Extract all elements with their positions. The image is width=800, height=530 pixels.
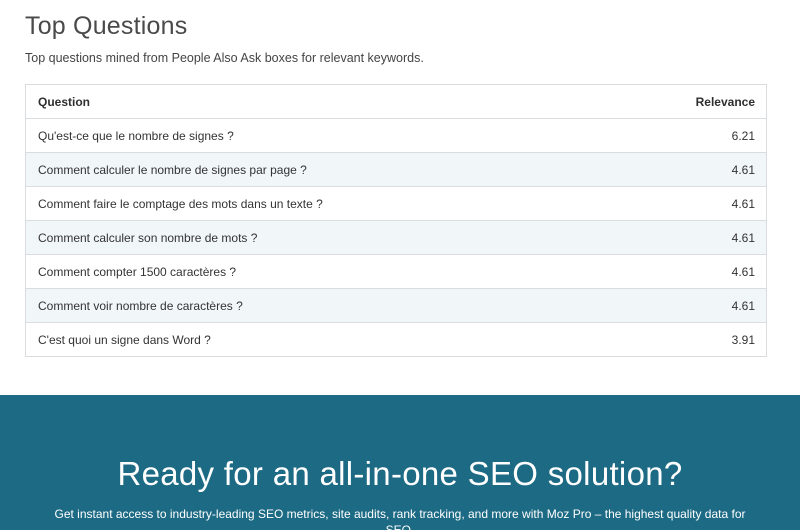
column-header-relevance: Relevance — [609, 84, 767, 119]
table-row: Comment compter 1500 caractères ? 4.61 — [25, 254, 767, 289]
cta-body: Get instant access to industry-leading S… — [54, 507, 746, 530]
page: Top Questions Top questions mined from P… — [0, 0, 800, 530]
table-row: Comment calculer son nombre de mots ? 4.… — [25, 220, 767, 255]
question-cell: Comment faire le comptage des mots dans … — [25, 186, 610, 221]
cta-banner: Ready for an all-in-one SEO solution? Ge… — [0, 395, 800, 530]
relevance-cell: 6.21 — [609, 118, 767, 153]
question-cell: Comment calculer le nombre de signes par… — [25, 152, 610, 187]
table-row: Comment voir nombre de caractères ? 4.61 — [25, 288, 767, 323]
question-cell: Comment compter 1500 caractères ? — [25, 254, 610, 289]
top-questions-section: Top Questions Top questions mined from P… — [0, 0, 800, 357]
relevance-cell: 4.61 — [609, 288, 767, 323]
table-header-row: Question Relevance — [25, 84, 767, 119]
question-cell: C'est quoi un signe dans Word ? — [25, 322, 610, 357]
table-row: Comment faire le comptage des mots dans … — [25, 186, 767, 221]
question-cell: Comment voir nombre de caractères ? — [25, 288, 610, 323]
table-row: C'est quoi un signe dans Word ? 3.91 — [25, 322, 767, 357]
question-cell: Comment calculer son nombre de mots ? — [25, 220, 610, 255]
question-cell: Qu'est-ce que le nombre de signes ? — [25, 118, 610, 153]
relevance-cell: 4.61 — [609, 186, 767, 221]
table-row: Qu'est-ce que le nombre de signes ? 6.21 — [25, 118, 767, 153]
section-subtitle: Top questions mined from People Also Ask… — [25, 51, 424, 65]
relevance-cell: 4.61 — [609, 220, 767, 255]
section-title: Top Questions — [25, 12, 188, 40]
questions-table: Question Relevance Qu'est-ce que le nomb… — [25, 84, 767, 357]
column-header-question: Question — [25, 84, 610, 119]
relevance-cell: 4.61 — [609, 254, 767, 289]
table-row: Comment calculer le nombre de signes par… — [25, 152, 767, 187]
relevance-cell: 3.91 — [609, 322, 767, 357]
cta-heading: Ready for an all-in-one SEO solution? — [117, 455, 683, 492]
relevance-cell: 4.61 — [609, 152, 767, 187]
